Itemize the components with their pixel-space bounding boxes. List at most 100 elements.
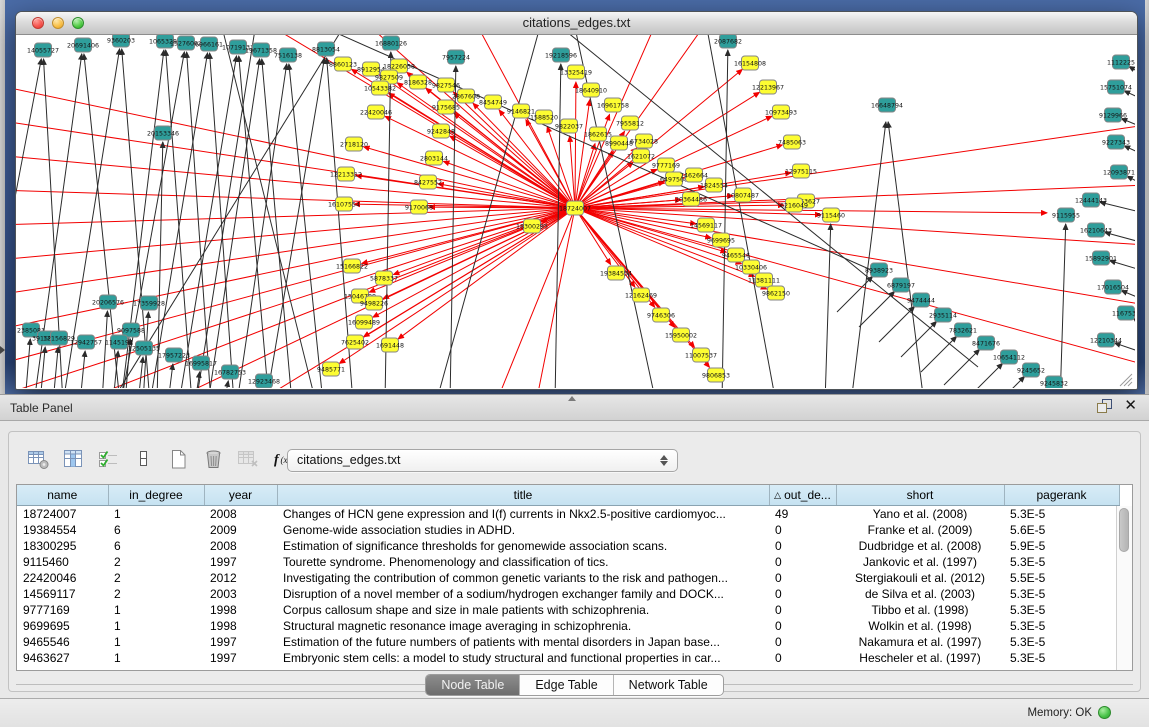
column-header-year[interactable]: year	[204, 485, 277, 506]
graph-node[interactable]: 12213967	[752, 80, 784, 94]
table-row[interactable]: 1830029562008Estimation of significance …	[17, 538, 1119, 554]
graph-node[interactable]: 10654112	[993, 350, 1025, 364]
graph-node[interactable]: 1167533	[1112, 306, 1135, 320]
graph-node[interactable]: 9862150	[762, 286, 790, 300]
close-panel-icon[interactable]: ✕	[1124, 399, 1137, 413]
table-cell[interactable]: 18724007	[17, 506, 108, 523]
table-cell[interactable]: 9699695	[17, 618, 108, 634]
table-cell[interactable]: 1997	[204, 650, 277, 666]
table-cell[interactable]: 5.6E-5	[1004, 522, 1119, 538]
graph-node[interactable]: 2718120	[340, 137, 368, 151]
table-row[interactable]: 911546021997Tourette syndrome. Phenomeno…	[17, 554, 1119, 570]
graph-node[interactable]: 15276062	[170, 36, 202, 50]
table-cell[interactable]: 18300295	[17, 538, 108, 554]
float-panel-icon[interactable]	[1097, 399, 1112, 413]
graph-node[interactable]: 12923468	[248, 374, 280, 388]
graph-node[interactable]: 7832621	[949, 323, 977, 337]
table-cell[interactable]: 0	[769, 522, 836, 538]
graph-node[interactable]: 15892901	[1085, 251, 1117, 265]
column-header-title[interactable]: title	[277, 485, 769, 506]
table-mode-icon[interactable]	[24, 446, 52, 472]
column-header-in_degree[interactable]: in_degree	[108, 485, 204, 506]
table-cell[interactable]: 9465546	[17, 634, 108, 650]
table-scrollbar-thumb[interactable]	[1119, 508, 1129, 552]
graph-node[interactable]: 16961758	[597, 98, 629, 112]
table-cell[interactable]: 2	[108, 570, 204, 586]
table-cell[interactable]: Structural magnetic resonance image aver…	[277, 618, 769, 634]
graph-node[interactable]: 9146821	[507, 104, 535, 118]
table-panel-header[interactable]: Table Panel ✕	[0, 394, 1149, 421]
table-cell[interactable]: 5.5E-5	[1004, 570, 1119, 586]
table-cell[interactable]: 9777169	[17, 602, 108, 618]
graph-node[interactable]: 6497568	[660, 172, 688, 186]
graph-node[interactable]: 8860123	[329, 57, 357, 71]
table-cell[interactable]: 0	[769, 570, 836, 586]
graph-node[interactable]: 19671358	[245, 43, 277, 57]
graph-node[interactable]: 20691406	[67, 38, 99, 52]
graph-node[interactable]: 12210344	[1090, 333, 1122, 347]
table-cell[interactable]: 0	[769, 538, 836, 554]
graph-node[interactable]: 6879197	[887, 278, 915, 292]
table-cell[interactable]: 2008	[204, 538, 277, 554]
graph-node[interactable]: 9129966	[1099, 108, 1127, 122]
graph-node[interactable]: 15166822	[336, 259, 368, 273]
table-selector-dropdown[interactable]: citations_edges.txt	[287, 449, 678, 472]
graph-node[interactable]: 1824554	[700, 178, 728, 192]
graph-node[interactable]: 12444143	[1075, 193, 1107, 207]
graph-node[interactable]: 1588520	[530, 110, 558, 124]
table-cell[interactable]: 1998	[204, 618, 277, 634]
network-window[interactable]: citations_edges.txt 14055727206914069360…	[15, 11, 1138, 390]
table-cell[interactable]: 49	[769, 506, 836, 523]
table-cell[interactable]: Jankovic et al. (1997)	[836, 554, 1004, 570]
graph-node[interactable]: 9245832	[1040, 376, 1068, 388]
table-cell[interactable]: 1998	[204, 602, 277, 618]
graph-node[interactable]: 19218596	[545, 48, 577, 62]
table-cell[interactable]: 19384554	[17, 522, 108, 538]
table-cell[interactable]: 5.3E-5	[1004, 650, 1119, 666]
graph-node[interactable]: 12505135	[128, 341, 160, 355]
graph-node[interactable]: 16880126	[375, 36, 407, 50]
table-cell[interactable]: Dudbridge et al. (2008)	[836, 538, 1004, 554]
graph-node[interactable]: 2935114	[929, 308, 957, 322]
table-cell[interactable]: 2008	[204, 506, 277, 523]
graph-node[interactable]: 1691448	[376, 338, 404, 352]
graph-node[interactable]: 7955812	[616, 116, 644, 130]
table-row[interactable]: 946362711997Embryonic stem cells: a mode…	[17, 650, 1119, 666]
graph-node[interactable]: 8938923	[865, 263, 893, 277]
graph-node[interactable]: 12093871	[1103, 165, 1135, 179]
graph-node[interactable]: 2867608	[452, 89, 480, 103]
graph-node[interactable]: 14569117	[690, 218, 722, 232]
window-resize-grip[interactable]	[1120, 374, 1132, 386]
table-cell[interactable]: Nakamura et al. (1997)	[836, 634, 1004, 650]
select-all-columns-icon[interactable]	[94, 446, 122, 472]
graph-node[interactable]: 13325419	[560, 65, 592, 79]
graph-node[interactable]: 18640910	[575, 83, 607, 97]
graph-node[interactable]: 16648794	[871, 98, 903, 112]
table-cell[interactable]: Estimation of the future numbers of pati…	[277, 634, 769, 650]
table-cell[interactable]: 5.3E-5	[1004, 554, 1119, 570]
network-window-titlebar[interactable]: citations_edges.txt	[16, 12, 1137, 35]
graph-node[interactable]: 1112225	[1107, 55, 1135, 69]
graph-node[interactable]: 9699695	[707, 233, 735, 247]
table-cell[interactable]: 5.3E-5	[1004, 586, 1119, 602]
graph-node[interactable]: 20153346	[147, 126, 179, 140]
table-cell[interactable]: 2	[108, 586, 204, 602]
create-column-icon[interactable]	[164, 446, 192, 472]
graph-node[interactable]: 9806853	[702, 368, 730, 382]
table-cell[interactable]: Wolkin et al. (1998)	[836, 618, 1004, 634]
graph-node[interactable]: 11007537	[685, 348, 717, 362]
network-canvas[interactable]: 1405572720691406936020310653287152760626…	[16, 35, 1135, 388]
table-row[interactable]: 1938455462009Genome-wide association stu…	[17, 522, 1119, 538]
graph-node[interactable]: 7957224	[442, 50, 470, 64]
delete-columns-icon[interactable]	[199, 446, 227, 472]
memory-status-icon[interactable]	[1098, 706, 1111, 719]
graph-node[interactable]: 15950002	[665, 328, 697, 342]
table-cell[interactable]: 2009	[204, 522, 277, 538]
table-cell[interactable]: Changes of HCN gene expression and I(f) …	[277, 506, 769, 523]
tab-edge-table[interactable]: Edge Table	[520, 675, 613, 695]
table-cell[interactable]: 6	[108, 522, 204, 538]
column-header-name[interactable]: name	[17, 485, 108, 506]
graph-node[interactable]: 16154808	[734, 56, 766, 70]
table-cell[interactable]: Yano et al. (2008)	[836, 506, 1004, 523]
table-cell[interactable]: 1	[108, 506, 204, 523]
